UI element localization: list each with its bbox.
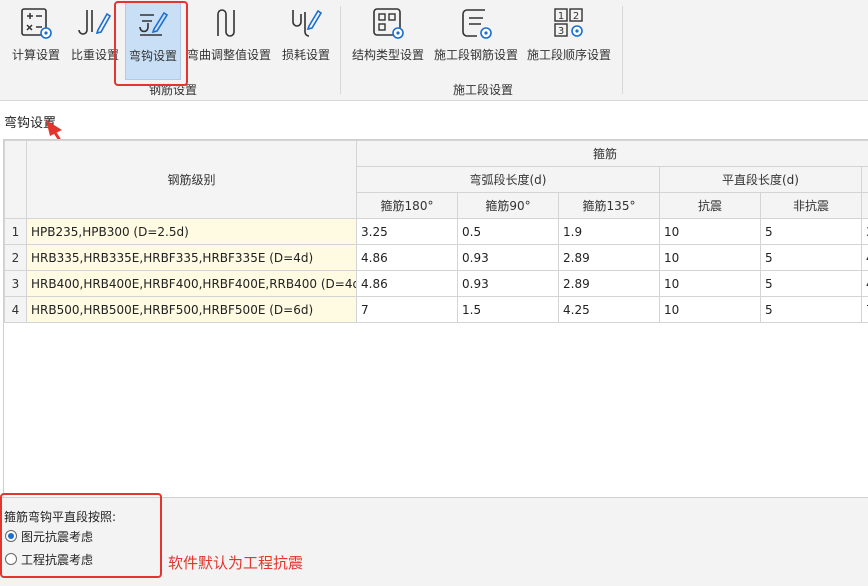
value-cell[interactable]: 4 <box>862 245 868 271</box>
structure-type-icon <box>371 6 405 40</box>
options-panel <box>0 497 868 586</box>
value-cell[interactable]: 5 <box>761 297 862 323</box>
segment-rebar-icon <box>459 6 493 40</box>
table-row[interactable]: 3HRB400,HRB400E,HRBF400,HRBF400E,RRB400 … <box>5 271 868 297</box>
structure-type-button[interactable]: 结构类型设置 <box>348 2 428 78</box>
hook-settings-grid: 钢筋级别 箍筋 弯弧段长度(d) 平直段长度(d) 箍筋180° 箍筋90° 箍… <box>3 139 868 499</box>
stirrup-option-title: 箍筋弯钩平直段按照: <box>4 508 116 525</box>
hook-settings-icon <box>136 7 170 41</box>
rebar-grade-cell: HPB235,HPB300 (D=2.5d) <box>27 219 357 245</box>
hook-settings-button[interactable]: 弯钩设置 <box>125 2 181 80</box>
segment-order-icon: 1 2 3 <box>552 6 586 40</box>
value-cell[interactable]: 10 <box>660 219 761 245</box>
segment-order-button[interactable]: 1 2 3 施工段顺序设置 <box>524 2 614 78</box>
radio-label: 工程抗震考虑 <box>21 551 93 568</box>
annotation-text: 软件默认为工程抗震 <box>168 552 303 573</box>
svg-text:1: 1 <box>558 11 564 22</box>
value-cell[interactable]: 1.5 <box>458 297 559 323</box>
group-label-rebar: 钢筋设置 <box>149 81 197 98</box>
calc-settings-icon <box>19 6 53 40</box>
table-row[interactable]: 1HPB235,HPB300 (D=2.5d)3.250.51.91053 <box>5 219 868 245</box>
col-header-non-seismic: 非抗震 <box>761 193 862 219</box>
svg-text:2: 2 <box>573 11 579 22</box>
value-cell[interactable]: 5 <box>761 271 862 297</box>
value-cell[interactable]: 4 <box>862 271 868 297</box>
value-cell[interactable]: 10 <box>660 245 761 271</box>
weight-settings-button[interactable]: 比重设置 <box>68 2 122 78</box>
stirrup-header: 箍筋 <box>357 141 868 167</box>
table-row[interactable]: 4HRB500,HRB500E,HRBF500,HRBF500E (D=6d)7… <box>5 297 868 323</box>
value-cell[interactable]: 7 <box>862 297 868 323</box>
row-number: 3 <box>5 271 27 297</box>
rebar-grade-header: 钢筋级别 <box>27 141 357 219</box>
row-number-header <box>5 141 27 219</box>
table-row[interactable]: 2HRB335,HRB335E,HRBF335,HRBF335E (D=4d)4… <box>5 245 868 271</box>
calc-settings-button[interactable]: 计算设置 <box>8 2 64 78</box>
col-header-90: 箍筋90° <box>458 193 559 219</box>
col-header-135: 箍筋135° <box>559 193 660 219</box>
weight-settings-icon <box>78 6 112 40</box>
loss-settings-icon <box>289 6 323 40</box>
value-cell[interactable]: 0.93 <box>458 245 559 271</box>
row-number: 1 <box>5 219 27 245</box>
value-cell[interactable]: 10 <box>660 297 761 323</box>
col-header-180: 箍筋180° <box>357 193 458 219</box>
ribbon-toolbar: 计算设置 比重设置 弯钩设置 弯曲调整值设置 损耗设置 <box>0 0 868 101</box>
value-cell[interactable]: 5 <box>761 245 862 271</box>
svg-text:3: 3 <box>558 26 564 37</box>
rebar-grade-cell: HRB335,HRB335E,HRBF335,HRBF335E (D=4d) <box>27 245 357 271</box>
rebar-grade-cell: HRB500,HRB500E,HRBF500,HRBF500E (D=6d) <box>27 297 357 323</box>
loss-settings-button[interactable]: 损耗设置 <box>278 2 334 78</box>
straight-length-header: 平直段长度(d) <box>660 167 862 193</box>
row-number: 2 <box>5 245 27 271</box>
value-cell[interactable]: 2.89 <box>559 245 660 271</box>
group-label-segment: 施工段设置 <box>453 81 513 98</box>
segment-rebar-button[interactable]: 施工段钢筋设置 <box>432 2 520 78</box>
rebar-grade-cell: HRB400,HRB400E,HRBF400,HRBF400E,RRB400 (… <box>27 271 357 297</box>
value-cell[interactable]: 0.93 <box>458 271 559 297</box>
radio-project-seismic[interactable]: 工程抗震考虑 <box>5 550 93 568</box>
bend-adjust-button[interactable]: 弯曲调整值设置 <box>184 2 274 78</box>
value-cell[interactable]: 7 <box>357 297 458 323</box>
value-cell[interactable]: 0.5 <box>458 219 559 245</box>
group-separator <box>622 6 623 94</box>
row-number: 4 <box>5 297 27 323</box>
col-header-seismic: 抗震 <box>660 193 761 219</box>
value-cell[interactable]: 1.9 <box>559 219 660 245</box>
group-separator <box>340 6 341 94</box>
radio-label: 图元抗震考虑 <box>21 528 93 545</box>
value-cell[interactable]: 3 <box>862 219 868 245</box>
value-cell[interactable]: 2.89 <box>559 271 660 297</box>
radio-element-seismic[interactable]: 图元抗震考虑 <box>5 527 93 545</box>
overflow-subheader <box>862 193 868 219</box>
bend-adjust-icon <box>212 6 246 40</box>
radio-button-checked[interactable] <box>5 530 17 542</box>
overflow-header <box>862 167 868 193</box>
value-cell[interactable]: 5 <box>761 219 862 245</box>
value-cell[interactable]: 4.86 <box>357 271 458 297</box>
value-cell[interactable]: 4.86 <box>357 245 458 271</box>
value-cell[interactable]: 3.25 <box>357 219 458 245</box>
arc-length-header: 弯弧段长度(d) <box>357 167 660 193</box>
value-cell[interactable]: 4.25 <box>559 297 660 323</box>
value-cell[interactable]: 10 <box>660 271 761 297</box>
radio-button-unchecked[interactable] <box>5 553 17 565</box>
